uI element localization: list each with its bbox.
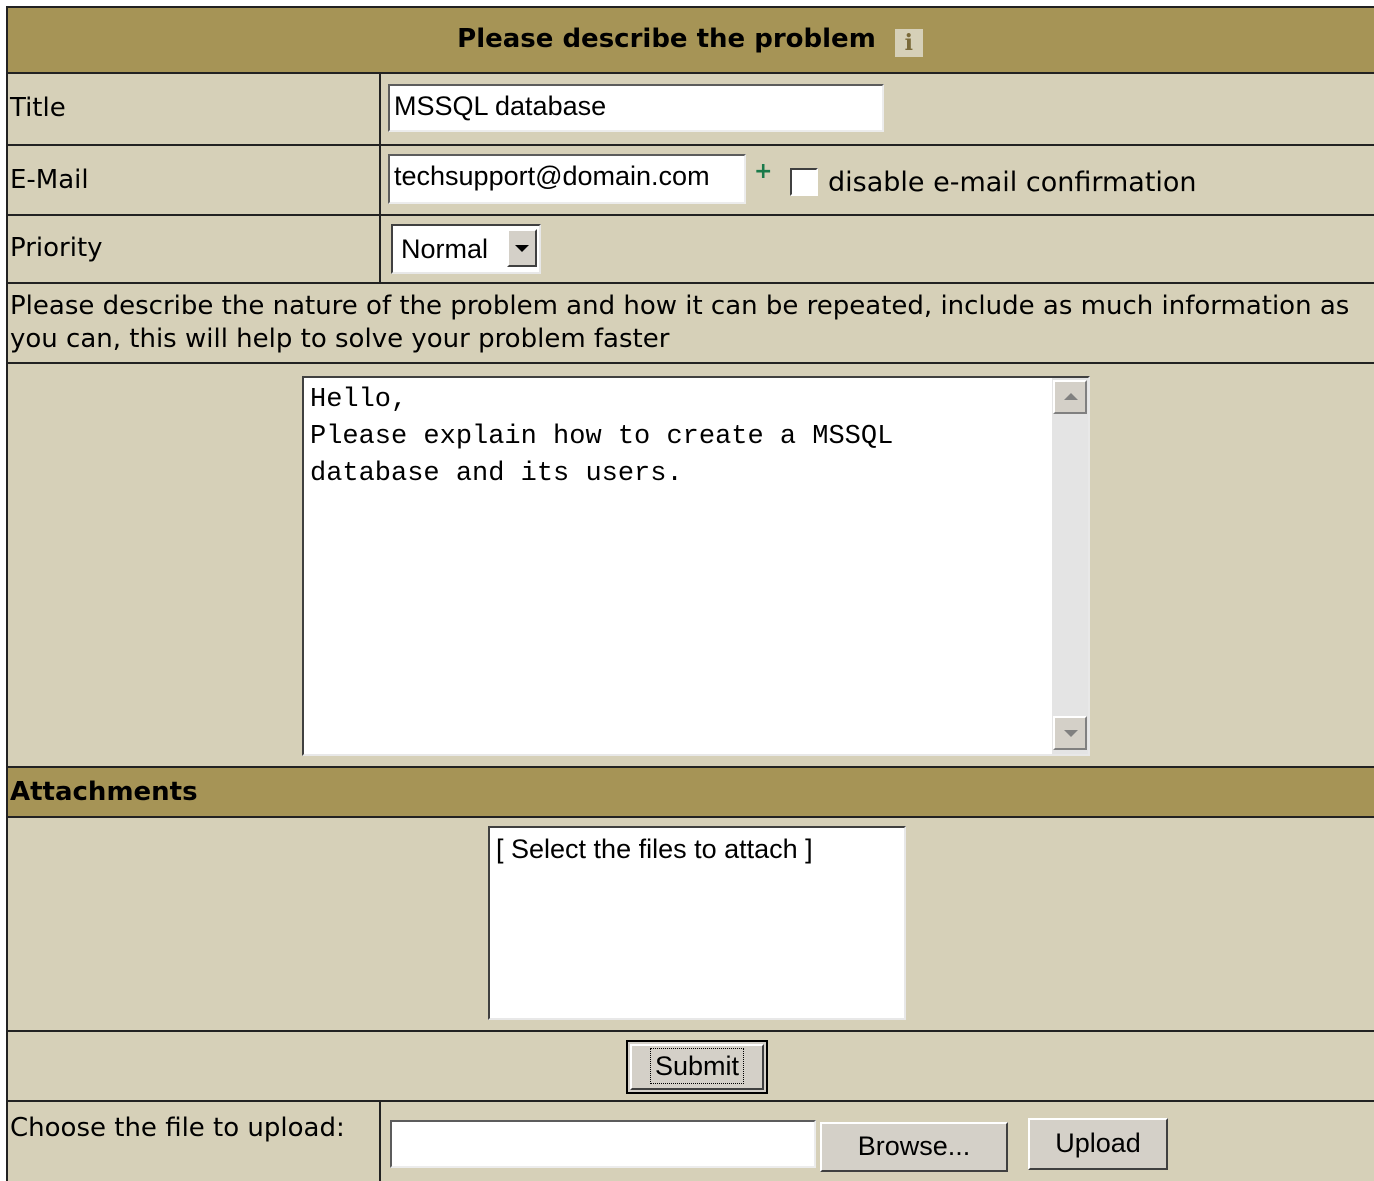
form-title: Please describe the problem	[457, 24, 876, 54]
attachments-list[interactable]: [ Select the files to attach ]	[488, 826, 906, 1020]
priority-label: Priority	[10, 233, 103, 263]
file-path-input[interactable]	[390, 1120, 816, 1168]
attachments-title: Attachments	[10, 777, 198, 807]
dropdown-button[interactable]	[507, 229, 537, 267]
chevron-down-icon	[515, 245, 529, 252]
vertical-scrollbar[interactable]	[1052, 378, 1088, 754]
submit-button[interactable]: Submit	[626, 1040, 768, 1094]
upload-button-label: Upload	[1055, 1128, 1141, 1158]
submit-row: Submit	[6, 1030, 1374, 1100]
description-textarea[interactable]: Hello, Please explain how to create a MS…	[302, 376, 1090, 756]
priority-select[interactable]: Normal	[391, 224, 541, 274]
scroll-down-icon	[1064, 730, 1078, 737]
email-row: E-Mail techsupport@domain.com + disable …	[6, 144, 1374, 214]
description-text: Hello, Please explain how to create a MS…	[310, 385, 894, 489]
title-label: Title	[10, 93, 66, 123]
disable-confirmation-checkbox[interactable]	[790, 168, 818, 196]
info-icon[interactable]: i	[894, 29, 923, 57]
browse-label: Browse...	[857, 1131, 971, 1161]
disable-confirmation-label[interactable]: disable e-mail confirmation	[828, 166, 1197, 200]
title-row: Title MSSQL database	[6, 72, 1374, 144]
scroll-up-icon	[1064, 393, 1078, 400]
description-row: Hello, Please explain how to create a MS…	[6, 362, 1374, 766]
priority-selected-value: Normal	[401, 234, 489, 264]
instructions-row: Please describe the nature of the proble…	[6, 282, 1374, 364]
description-instructions: Please describe the nature of the proble…	[10, 291, 1350, 354]
scroll-down-button[interactable]	[1053, 716, 1087, 750]
submit-label: Submit	[649, 1048, 745, 1084]
email-label: E-Mail	[10, 165, 89, 195]
email-input[interactable]: techsupport@domain.com	[388, 154, 746, 204]
browse-button[interactable]: Browse...	[820, 1122, 1008, 1172]
form-header: Please describe the problem i	[6, 6, 1374, 72]
upload-row: Choose the file to upload: Browse... Upl…	[6, 1100, 1374, 1181]
upload-button[interactable]: Upload	[1028, 1118, 1168, 1170]
attachments-header: Attachments	[6, 766, 1374, 816]
attachments-list-placeholder[interactable]: [ Select the files to attach ]	[496, 830, 813, 868]
required-marker: +	[754, 159, 773, 184]
priority-row: Priority Normal	[6, 214, 1374, 282]
title-input[interactable]: MSSQL database	[388, 84, 884, 132]
problem-form: Please describe the problem i Title MSSQ…	[6, 6, 1374, 1181]
attachments-row: [ Select the files to attach ]	[6, 816, 1374, 1030]
scroll-up-button[interactable]	[1053, 380, 1087, 414]
upload-label: Choose the file to upload:	[10, 1113, 345, 1143]
